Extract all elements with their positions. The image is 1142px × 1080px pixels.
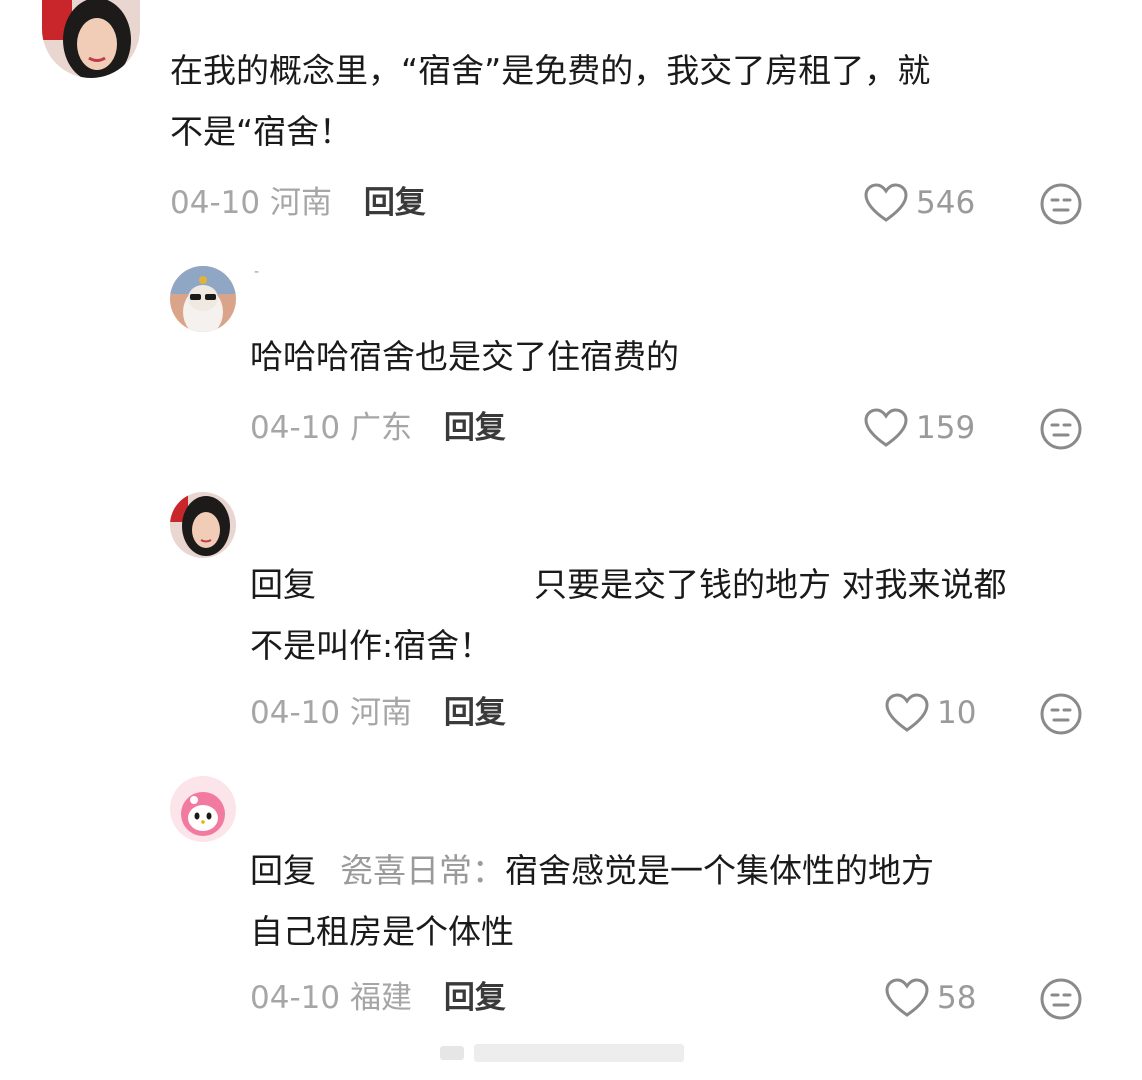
heart-icon — [864, 408, 908, 447]
comment-text-line-2: 不是叫作:宿舍！ — [250, 626, 493, 665]
comment-text-line-2: 不是“宿舍！ — [170, 112, 353, 151]
comment-date: 04-10 — [250, 980, 341, 1016]
comment-1: 在我的概念里，“宿舍”是免费的，我交了房租了，就 不是“宿舍！ 04-10 河南… — [0, 0, 1142, 240]
comment-location: 广东 — [349, 410, 412, 446]
comment-2: - 哈哈哈宿舍也是交了住宿费的 04-10 广东 回复 159 — [0, 260, 1142, 460]
avatar[interactable] — [170, 266, 236, 332]
comment-date: 04-10 — [250, 695, 341, 731]
comment-3: 回复 只要是交了钱的地方 对我来说都 不是叫作:宿舍！ 04-10 河南 回复 1… — [0, 488, 1142, 748]
neutral-face-icon[interactable] — [1039, 977, 1083, 1021]
reply-button[interactable]: 回复 — [444, 410, 506, 446]
comment-4: 回复 瓷喜日常：宿舍感觉是一个集体性的地方 自己租房是个体性 04-10 福建 回… — [0, 772, 1142, 1032]
avatar[interactable] — [170, 776, 236, 842]
comment-text-line-2: 自己租房是个体性 — [250, 912, 514, 951]
comment-meta: 04-10 福建 回复 — [250, 978, 506, 1018]
comment-text-line-1: 回复 只要是交了钱的地方 对我来说都 — [250, 554, 1007, 615]
heart-icon — [885, 978, 929, 1017]
like-button[interactable]: 58 — [885, 976, 976, 1020]
comment-text: 宿舍感觉是一个集体性的地方 — [505, 851, 934, 890]
avatar[interactable] — [42, 0, 140, 78]
reply-button[interactable]: 回复 — [444, 980, 506, 1016]
comment-date: 04-10 — [170, 185, 261, 221]
neutral-face-icon[interactable] — [1039, 182, 1083, 226]
comment-meta: 04-10 广东 回复 — [250, 408, 506, 448]
like-button[interactable]: 159 — [864, 406, 975, 450]
avatar[interactable] — [170, 492, 236, 558]
comment-location: 河南 — [349, 695, 412, 731]
comment-location: 福建 — [349, 980, 412, 1016]
comment-text-line-1: 哈哈哈宿舍也是交了住宿费的 — [250, 337, 679, 376]
comment-text: 只要是交了钱的地方 对我来说都 — [534, 565, 1007, 604]
watermark — [440, 1044, 684, 1062]
comment-text-line-1: 在我的概念里，“宿舍”是免费的，我交了房租了，就 — [170, 51, 931, 90]
comment-date: 04-10 — [250, 410, 341, 446]
reply-button[interactable]: 回复 — [444, 695, 506, 731]
heart-icon — [864, 183, 908, 222]
reply-prefix: 回复 — [250, 851, 316, 890]
mention[interactable]: 瓷喜日常： — [340, 851, 505, 890]
comment-meta: 04-10 河南 回复 — [170, 183, 426, 223]
comment-location: 河南 — [269, 185, 332, 221]
comment-text-line-1: 回复 瓷喜日常：宿舍感觉是一个集体性的地方 — [250, 840, 934, 901]
reply-button[interactable]: 回复 — [364, 185, 426, 221]
like-count: 546 — [916, 185, 976, 221]
like-count: 58 — [937, 980, 977, 1016]
neutral-face-icon[interactable] — [1039, 407, 1083, 451]
like-count: 159 — [916, 410, 976, 446]
heart-icon — [885, 693, 929, 732]
reply-prefix: 回复 — [250, 565, 316, 604]
like-count: 10 — [937, 695, 977, 731]
comment-meta: 04-10 河南 回复 — [250, 693, 506, 733]
like-button[interactable]: 10 — [885, 691, 976, 735]
like-button[interactable]: 546 — [864, 181, 975, 225]
neutral-face-icon[interactable] — [1039, 692, 1083, 736]
username[interactable]: - — [254, 264, 259, 280]
